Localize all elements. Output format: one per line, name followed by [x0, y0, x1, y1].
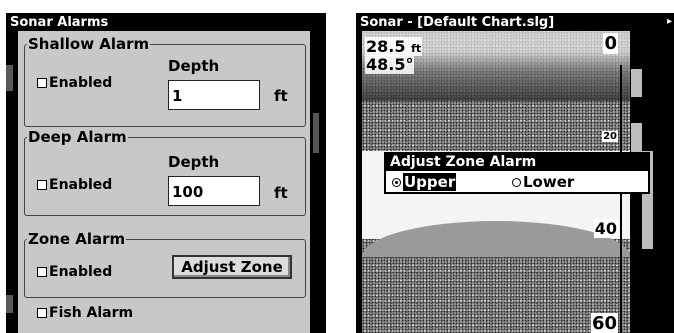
upper-radio[interactable]: Upper	[392, 173, 457, 191]
left-scroll-marker	[6, 65, 13, 91]
deep-depth-input[interactable]: 100	[168, 176, 260, 206]
depth-value: 28.5	[366, 37, 406, 56]
scale-label-0: 0	[603, 33, 618, 54]
menu-arrow-icon[interactable]: ▸	[667, 16, 672, 27]
deep-enabled-checkbox[interactable]: Enabled	[37, 177, 112, 193]
scale-label-60: 60	[590, 313, 618, 333]
shallow-depth-input[interactable]: 1	[168, 80, 260, 110]
deep-depth-label: Depth	[168, 153, 220, 171]
depth-unit: ft	[411, 42, 422, 55]
scale-line	[620, 65, 622, 333]
window-title: Sonar Alarms	[10, 15, 109, 30]
radio-selected-icon	[392, 177, 401, 187]
checkbox-icon	[37, 267, 47, 277]
zone-alarm-legend: Zone Alarm	[28, 230, 126, 248]
lower-label: Lower	[523, 173, 575, 191]
scrollbar-track[interactable]	[310, 31, 322, 333]
window-title: Sonar - [Default Chart.slg]	[360, 15, 555, 30]
depth-readout: 28.5 ft	[365, 37, 423, 56]
checkbox-icon	[37, 180, 47, 190]
temperature-readout: 48.5°	[365, 55, 415, 74]
sonar-window: Sonar - [Default Chart.slg] ▸ 28.5 ft 48…	[356, 13, 674, 333]
shallow-enabled-checkbox[interactable]: Enabled	[37, 75, 112, 91]
checkbox-icon	[37, 78, 47, 88]
shallow-alarm-legend: Shallow Alarm	[28, 35, 150, 53]
shallow-enabled-label: Enabled	[49, 75, 113, 91]
deep-alarm-group: Deep Alarm	[24, 130, 306, 216]
zone-enabled-checkbox[interactable]: Enabled	[37, 264, 112, 280]
shallow-depth-label: Depth	[168, 57, 220, 75]
deep-enabled-label: Enabled	[49, 177, 113, 193]
upper-label: Upper	[403, 173, 457, 191]
scale-label-40: 40	[593, 219, 618, 238]
checkbox-icon	[37, 308, 47, 318]
scrollbar-thumb[interactable]	[313, 113, 319, 153]
adjust-zone-button[interactable]: Adjust Zone	[172, 255, 292, 279]
radio-unselected-icon	[512, 177, 521, 187]
dialog-title: Adjust Zone Alarm	[386, 154, 648, 171]
zone-enabled-label: Enabled	[49, 264, 113, 280]
shallow-unit-label: ft	[274, 87, 288, 105]
sonar-alarms-window: Sonar Alarms Shallow Alarm Enabled Depth…	[6, 13, 326, 333]
left-scroll-marker-bottom	[6, 295, 13, 313]
scale-label-20: 20	[602, 131, 618, 142]
fish-alarm-label: Fish Alarm	[49, 305, 134, 321]
deep-alarm-legend: Deep Alarm	[28, 128, 127, 146]
lower-radio[interactable]: Lower	[512, 173, 574, 191]
side-gauge-a	[631, 69, 642, 97]
adjust-zone-alarm-dialog: Adjust Zone Alarm Upper Lower	[384, 152, 650, 194]
fish-alarm-checkbox[interactable]: Fish Alarm	[37, 305, 133, 321]
deep-unit-label: ft	[274, 184, 288, 202]
